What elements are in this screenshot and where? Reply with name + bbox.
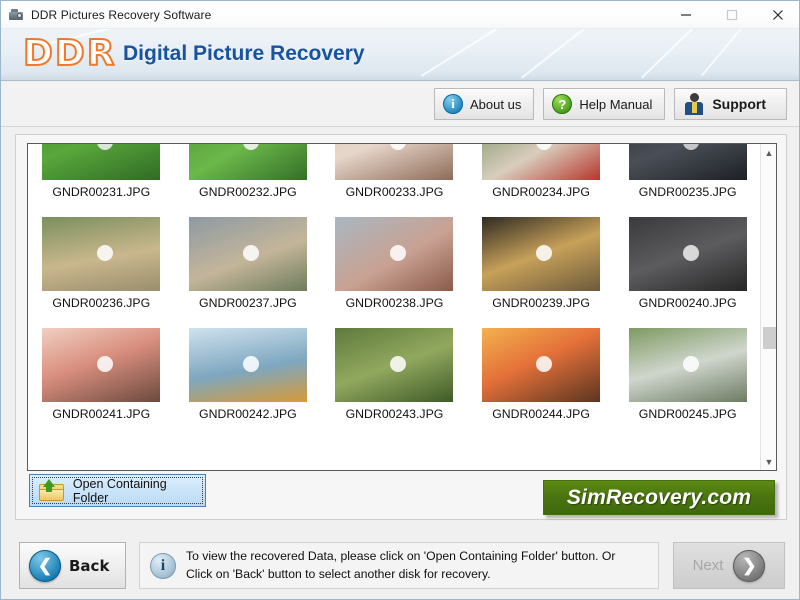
content-panel: GNDR00231.JPG GNDR00232.JPG GNDR00233.JPG G… — [15, 134, 787, 520]
status-text: To view the recovered Data, please click… — [186, 548, 615, 583]
file-item[interactable]: GNDR00233.JPG — [321, 144, 468, 213]
file-name: GNDR00239.JPG — [492, 296, 590, 310]
file-name: GNDR00234.JPG — [492, 185, 590, 199]
banner-streak — [701, 29, 780, 76]
file-name: GNDR00242.JPG — [199, 407, 297, 421]
file-thumbnail[interactable] — [628, 217, 747, 291]
chevron-right-icon: ❯ — [733, 549, 766, 582]
simrecovery-logo-text: SimRecovery.com — [566, 485, 752, 509]
status-line-1: To view the recovered Data, please click… — [186, 549, 616, 564]
file-name: GNDR00236.JPG — [52, 296, 151, 310]
minimize-button[interactable] — [663, 1, 709, 29]
file-item[interactable]: GNDR00241.JPG — [28, 324, 175, 435]
question-icon: ? — [552, 94, 573, 114]
open-containing-folder-label: Open Containing Folder — [72, 476, 167, 505]
file-item[interactable]: GNDR00240.JPG — [614, 213, 761, 324]
maximize-button[interactable] — [709, 1, 755, 29]
file-item[interactable]: GNDR00236.JPG — [28, 213, 175, 324]
file-name: GNDR00245.JPG — [638, 407, 737, 421]
file-item[interactable]: GNDR00245.JPG — [614, 324, 761, 435]
file-item[interactable]: GNDR00232.JPG — [175, 144, 322, 213]
simrecovery-logo[interactable]: SimRecovery.com — [543, 480, 775, 515]
app-subtitle: Digital Picture Recovery — [123, 42, 365, 65]
banner-divider — [1, 80, 799, 81]
window-controls — [663, 1, 799, 29]
footer: ❮ Back i To view the recovered Data, ple… — [1, 529, 799, 599]
file-thumbnail[interactable] — [42, 328, 161, 402]
file-name: GNDR00233.JPG — [345, 185, 444, 199]
file-name: GNDR00240.JPG — [638, 296, 737, 310]
file-item[interactable]: GNDR00244.JPG — [468, 324, 615, 435]
file-name: GNDR00232.JPG — [199, 185, 297, 199]
file-item[interactable]: GNDR00235.JPG — [614, 144, 761, 213]
application-window: DDR Pictures Recovery Software DDR Digit… — [0, 0, 800, 600]
file-name: GNDR00237.JPG — [199, 296, 297, 310]
app-banner: DDR Digital Picture Recovery — [1, 29, 799, 81]
support-label: Support — [712, 96, 766, 112]
window-title: DDR Pictures Recovery Software — [31, 7, 212, 22]
help-manual-label: Help Manual — [579, 96, 653, 112]
scrollbar-thumb[interactable] — [763, 327, 776, 349]
info-icon: i — [443, 94, 464, 114]
thumbnail-grid: GNDR00231.JPG GNDR00232.JPG GNDR00233.JPG G… — [28, 144, 761, 435]
file-thumbnail[interactable] — [335, 328, 454, 402]
back-label: Back — [69, 556, 110, 575]
about-us-button[interactable]: i About us — [434, 88, 535, 120]
support-button[interactable]: Support — [674, 88, 787, 120]
vertical-scrollbar[interactable]: ▲ ▼ — [760, 144, 776, 470]
next-label: Next — [692, 557, 724, 574]
toolbar-buttons: i About us ? Help Manual Support — [434, 88, 787, 120]
open-containing-folder-button[interactable]: Open Containing Folder — [29, 474, 206, 507]
status-line-2: Click on 'Back' button to select another… — [186, 566, 491, 581]
chevron-left-icon: ❮ — [29, 549, 61, 582]
file-name: GNDR00241.JPG — [52, 407, 151, 421]
file-item[interactable]: GNDR00237.JPG — [175, 213, 322, 324]
file-thumbnail[interactable] — [482, 217, 601, 291]
title-bar: DDR Pictures Recovery Software — [1, 1, 799, 29]
file-name: GNDR00238.JPG — [345, 296, 444, 310]
file-name: GNDR00243.JPG — [345, 407, 444, 421]
scroll-up-icon[interactable]: ▲ — [761, 144, 776, 161]
about-us-label: About us — [470, 96, 522, 112]
file-name: GNDR00231.JPG — [52, 185, 151, 199]
file-thumbnail[interactable] — [188, 144, 307, 180]
back-button[interactable]: ❮ Back — [19, 542, 126, 589]
close-button[interactable] — [755, 1, 799, 29]
file-thumbnail[interactable] — [42, 144, 161, 180]
file-thumbnail[interactable] — [188, 217, 307, 291]
file-thumbnail[interactable] — [335, 144, 454, 180]
file-item[interactable]: GNDR00231.JPG — [28, 144, 175, 213]
file-item[interactable]: GNDR00239.JPG — [468, 213, 615, 324]
scroll-down-icon[interactable]: ▼ — [761, 453, 776, 470]
info-icon: i — [150, 552, 176, 579]
camera-icon — [8, 7, 24, 23]
file-name: GNDR00244.JPG — [492, 407, 590, 421]
file-thumbnail[interactable] — [42, 217, 161, 291]
file-thumbnail[interactable] — [482, 144, 601, 180]
help-manual-button[interactable]: ? Help Manual — [543, 88, 666, 120]
banner-streak — [521, 29, 688, 79]
file-thumbnail[interactable] — [188, 328, 307, 402]
file-name: GNDR00235.JPG — [638, 185, 737, 199]
toolbar: i About us ? Help Manual Support — [1, 82, 799, 127]
recovered-files-list[interactable]: GNDR00231.JPG GNDR00232.JPG GNDR00233.JPG G… — [27, 143, 777, 471]
file-thumbnail[interactable] — [628, 144, 747, 180]
file-item[interactable]: GNDR00234.JPG — [468, 144, 615, 213]
file-item[interactable]: GNDR00242.JPG — [175, 324, 322, 435]
next-button[interactable]: Next ❯ — [673, 542, 785, 589]
person-icon — [683, 93, 705, 115]
folder-up-icon — [39, 478, 65, 502]
file-thumbnail[interactable] — [628, 328, 747, 402]
file-item[interactable]: GNDR00238.JPG — [321, 213, 468, 324]
ddr-logo: DDR — [22, 32, 117, 75]
status-message: i To view the recovered Data, please cli… — [139, 542, 659, 589]
file-thumbnail[interactable] — [335, 217, 454, 291]
file-item[interactable]: GNDR00243.JPG — [321, 324, 468, 435]
file-thumbnail[interactable] — [482, 328, 601, 402]
